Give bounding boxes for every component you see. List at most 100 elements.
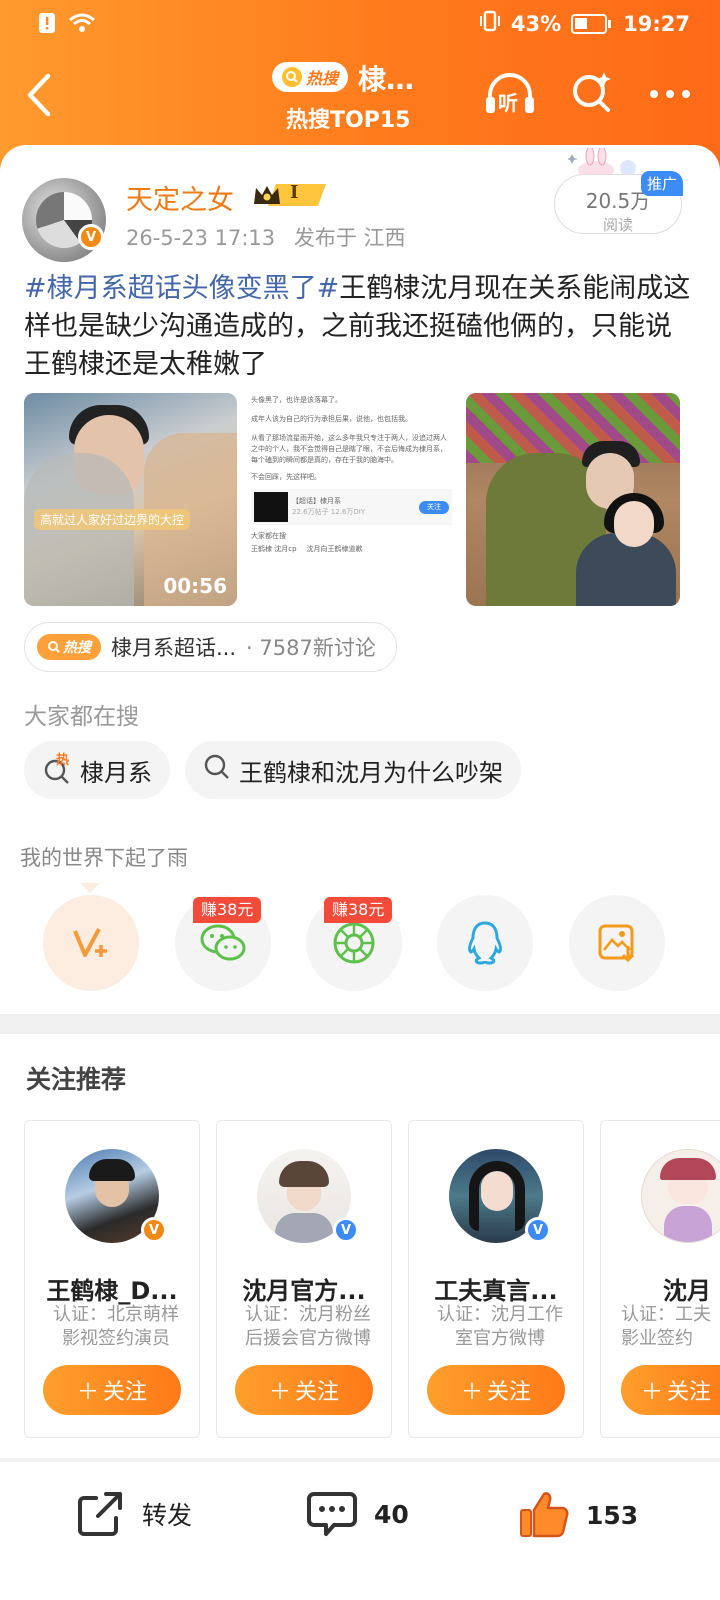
- comment-count: 40: [374, 1499, 409, 1529]
- search-chip-2[interactable]: 王鹤棣和沈月为什么吵架: [185, 741, 521, 799]
- qq-share-button[interactable]: [437, 895, 533, 991]
- more-button[interactable]: [648, 85, 692, 104]
- wifi-icon: [68, 12, 96, 39]
- like-button[interactable]: 153: [518, 1490, 638, 1540]
- plus-icon: ＋: [640, 1380, 663, 1405]
- recommend-card[interactable]: V 沈月官方... 认证：沈月粉丝 后援会官方微博 ＋关注: [216, 1120, 392, 1438]
- chevron-left-icon: [27, 73, 51, 117]
- wechat-icon: [200, 924, 246, 961]
- member-level-badge: I: [252, 180, 328, 210]
- recommend-name: 沈月官方...: [242, 1277, 366, 1305]
- earn-badge-moments: 赚38元: [324, 897, 393, 923]
- author-name[interactable]: 天定之女: [126, 178, 234, 217]
- screenshot-search-head: 大家都在搜: [251, 532, 286, 540]
- repost-button[interactable]: 转发: [76, 1490, 192, 1538]
- status-right: 43% 19:27: [479, 10, 690, 37]
- hot-search-icon: 热: [42, 753, 72, 785]
- post-location: 发布于 江西: [293, 226, 406, 250]
- alert-icon: [38, 12, 56, 39]
- recommend-verify: 认证：北京萌样 影视签约演员: [41, 1303, 191, 1351]
- verify-line: 认证：沈月工作: [437, 1304, 563, 1325]
- clock: 19:27: [623, 11, 690, 36]
- recommend-card[interactable]: 沈月 认证：工夫 影业签约 ＋关注: [600, 1120, 720, 1438]
- status-bar: 43% 19:27: [0, 10, 720, 40]
- topic-name: 棣月系超话...: [111, 636, 237, 660]
- hot-search-badge: 热搜: [37, 634, 101, 660]
- hashtag-link[interactable]: #棣月系超话头像变黑了#: [24, 273, 339, 304]
- follow-label: 关注: [487, 1380, 532, 1405]
- listen-button[interactable]: 听: [484, 71, 536, 117]
- hot-search-title[interactable]: 热搜 棣… 热搜TOP15: [272, 58, 472, 138]
- video-thumbnail[interactable]: 高就过人家好过边界的大控 00:56: [24, 393, 237, 606]
- verify-line: 影视签约演员: [62, 1328, 170, 1349]
- search-chip-label: 棣月系: [80, 758, 152, 787]
- verify-line: 认证：工夫: [621, 1304, 711, 1325]
- video-duration: 00:56: [163, 574, 227, 598]
- recommend-card[interactable]: V 王鹤棣_D... 认证：北京萌样 影视签约演员 ＋关注: [24, 1120, 200, 1438]
- topic-count: · 7587新讨论: [246, 636, 376, 660]
- more-dots-icon: [650, 89, 690, 98]
- screenshot-text-2: 成年人该为自己的行为承担后果，说他，也包括我。: [251, 415, 412, 423]
- header-actions: 听: [484, 70, 692, 118]
- hot-mini-badge: 热: [56, 753, 70, 768]
- like-count: 153: [586, 1500, 639, 1530]
- follow-button[interactable]: ＋关注: [235, 1365, 373, 1415]
- recommend-verify: 认证：沈月粉丝 后援会官方微博: [233, 1303, 383, 1351]
- verify-line: 室官方微博: [455, 1328, 545, 1349]
- weibo-repost-icon: [73, 928, 107, 957]
- section-divider: [0, 1014, 720, 1034]
- screenshot-image[interactable]: 头像黑了，也许是该落幕了。 成年人该为自己的行为承担后果，说他，也包括我。 从看…: [245, 393, 458, 606]
- plus-icon: ＋: [460, 1380, 483, 1405]
- verify-line: 认证：北京萌样: [53, 1304, 179, 1325]
- recommend-card[interactable]: V 工夫真言... 认证：沈月工作 室官方微博 ＋关注: [408, 1120, 584, 1438]
- screenshot-supertopic: 【超话】棣月系 22.6万帖子 12.6万DIY 关注: [251, 489, 452, 525]
- verify-line: 后援会官方微博: [245, 1328, 371, 1349]
- recommend-name: 王鹤棣_D...: [46, 1277, 178, 1305]
- search-chip-1[interactable]: 热 棣月系: [24, 741, 170, 799]
- couple-photo[interactable]: [466, 393, 680, 606]
- follow-label: 关注: [295, 1380, 340, 1405]
- search-chip-label: 王鹤棣和沈月为什么吵架: [239, 758, 503, 787]
- recommend-verify: 认证：沈月工作 室官方微博: [425, 1303, 575, 1351]
- follow-button[interactable]: ＋关注: [427, 1365, 565, 1415]
- recommend-verify: 认证：工夫 影业签约: [621, 1303, 720, 1351]
- follow-button[interactable]: ＋关注: [621, 1365, 720, 1415]
- hot-topic-link[interactable]: 热搜 棣月系超话... · 7587新讨论: [24, 622, 397, 672]
- read-count-pill[interactable]: 20.5万 阅读 推广: [554, 171, 683, 234]
- back-button[interactable]: [24, 72, 60, 122]
- moments-icon: [333, 922, 375, 964]
- page-subtitle: 热搜TOP15: [286, 108, 411, 133]
- search-icon: [48, 641, 60, 653]
- video-caption: 高就过人家好过边界的大控: [34, 509, 191, 530]
- music-title[interactable]: 我的世界下起了雨: [20, 842, 188, 872]
- recommend-title: 关注推荐: [26, 1065, 127, 1094]
- promo-badge: 推广: [640, 171, 683, 196]
- hot-label: 热搜: [305, 69, 338, 88]
- verify-line: 认证：沈月粉丝: [245, 1304, 371, 1325]
- search-sparkle-icon: [573, 72, 611, 112]
- search-button[interactable]: [570, 70, 614, 118]
- post-date: 26-5-23 17:13: [126, 226, 276, 250]
- post-text: #棣月系超话头像变黑了#王鹤棣沈月现在关系能闹成这样也是缺少沟通造成的，之前我还…: [24, 270, 696, 384]
- repost-icon: [78, 1492, 122, 1536]
- screenshot-supertopic-name: 【超话】棣月系: [292, 497, 341, 505]
- hot-search-pill: 热搜: [272, 62, 348, 92]
- comment-icon: [307, 1492, 357, 1536]
- battery-icon: [571, 13, 612, 34]
- thumbs-up-icon: [520, 1492, 569, 1538]
- follow-button[interactable]: ＋关注: [43, 1365, 181, 1415]
- save-image-button[interactable]: [569, 895, 665, 991]
- screenshot-follow: 关注: [419, 500, 449, 514]
- comment-button[interactable]: 40: [306, 1490, 409, 1538]
- listen-label: 听: [498, 91, 518, 115]
- verified-badge-icon: V: [333, 1217, 359, 1243]
- save-image-icon: [598, 924, 635, 963]
- follow-label: 关注: [103, 1380, 148, 1405]
- screenshot-search-a: 王鹤棣 沈月cp: [251, 545, 297, 553]
- plus-icon: ＋: [268, 1380, 291, 1405]
- search-icon: [203, 753, 231, 787]
- follow-label: 关注: [667, 1380, 712, 1405]
- repost-share-button[interactable]: [43, 895, 139, 991]
- verified-badge-icon: V: [525, 1217, 551, 1243]
- plus-icon: ＋: [76, 1380, 99, 1405]
